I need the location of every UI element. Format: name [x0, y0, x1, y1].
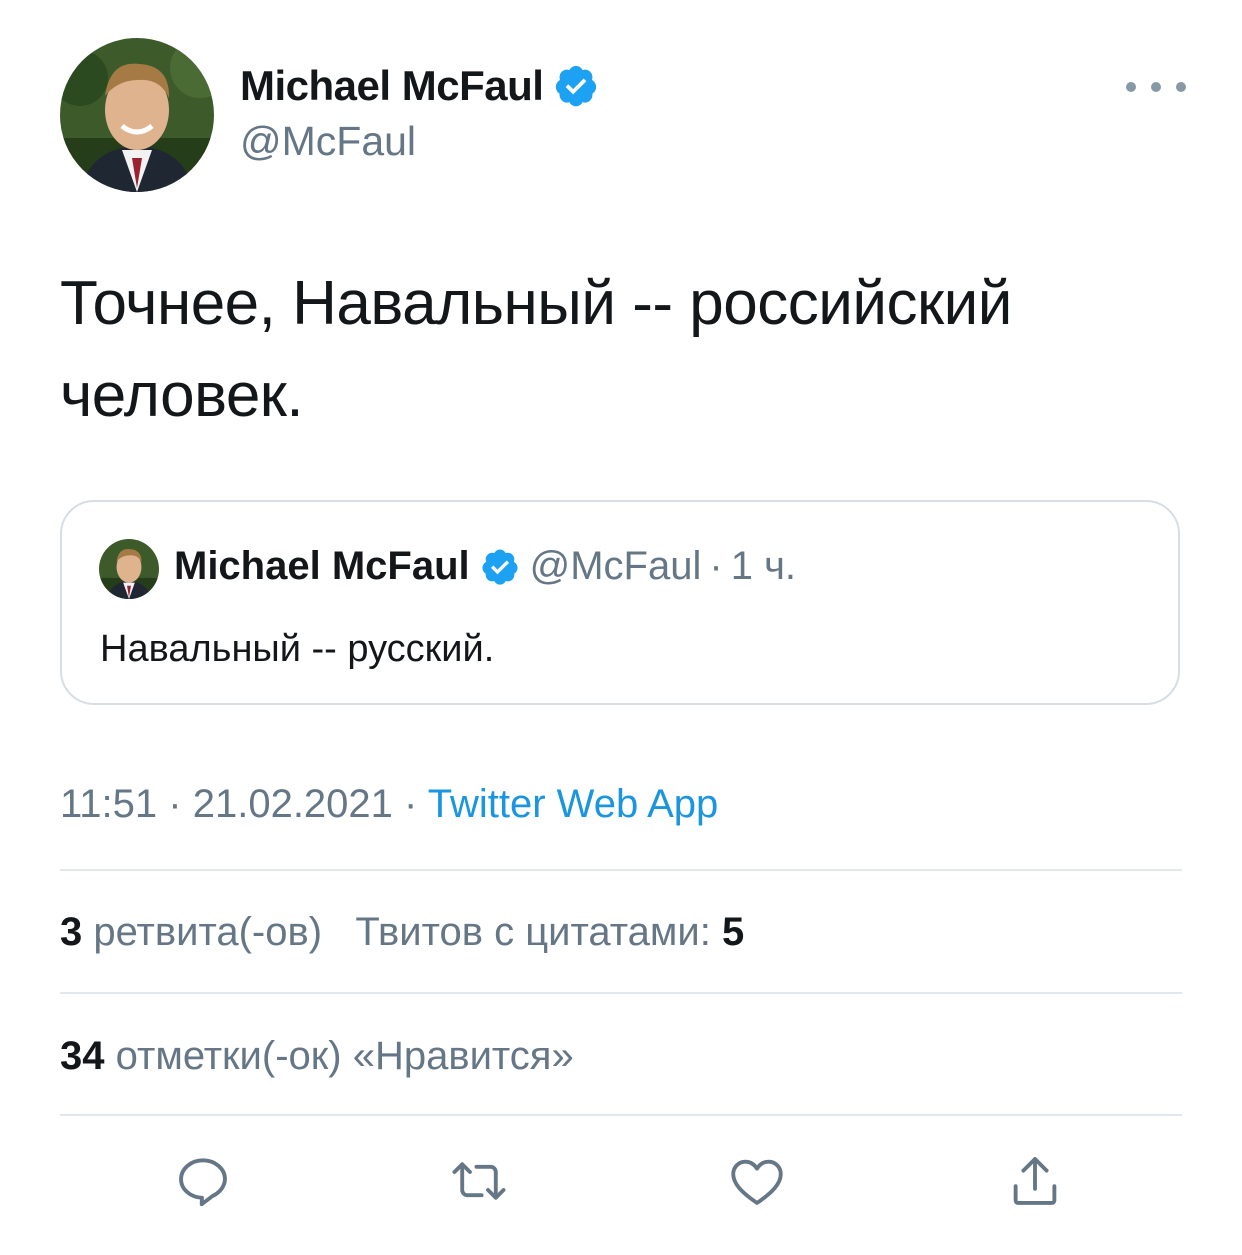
retweet-button[interactable]: [448, 1150, 510, 1212]
tweet-date: 21.02.2021: [192, 782, 393, 826]
tweet-text: Точнее, Навальный -- российский человек.: [60, 269, 1012, 430]
verified-badge-icon: [556, 65, 597, 107]
tweet-meta: 11:51 · 21.02.2021 · Twitter Web App: [60, 782, 718, 827]
divider: [60, 992, 1182, 994]
likes-label: отметки(-ок) «Нравится»: [115, 1034, 574, 1078]
quoted-separator: ·: [709, 544, 723, 588]
reply-icon: [179, 1158, 227, 1207]
like-button[interactable]: [726, 1150, 788, 1212]
quoted-handle: @McFaul: [529, 544, 702, 588]
quoted-avatar-photo: [99, 539, 159, 599]
quoted-avatar: [99, 539, 159, 599]
more-options-icon[interactable]: [1126, 72, 1186, 102]
meta-separator: ·: [168, 782, 182, 826]
divider: [60, 869, 1182, 871]
retweets-count: 3: [60, 910, 83, 954]
likes-stats[interactable]: 34 отметки(-ок) «Нравится»: [60, 1034, 574, 1079]
quoted-tweet-text: Навальный -- русский.: [100, 628, 495, 670]
reply-button[interactable]: [172, 1150, 234, 1212]
author-handle[interactable]: @McFaul: [240, 118, 416, 165]
share-icon: [1013, 1157, 1057, 1205]
likes-count: 34: [60, 1034, 105, 1078]
quoted-verified-badge-icon: [482, 549, 518, 585]
quoted-timestamp: 1 ч.: [730, 544, 797, 588]
tweet-source-link[interactable]: Twitter Web App: [428, 782, 719, 826]
retweet-stats[interactable]: 3 ретвита(-ов) Твитов с цитатами: 5: [60, 910, 744, 955]
author-avatar[interactable]: [60, 38, 214, 192]
divider: [60, 1114, 1182, 1116]
like-icon: [731, 1159, 783, 1205]
retweet-icon: [452, 1162, 506, 1200]
author-name-row[interactable]: Michael McFaul: [240, 62, 599, 110]
tweet-time: 11:51: [60, 782, 158, 826]
retweets-label: ретвита(-ов): [93, 910, 323, 954]
quoted-header: Michael McFaul @McFaul · 1 ч.: [174, 544, 796, 589]
quoted-tweet-card[interactable]: Michael McFaul @McFaul · 1 ч. Навальный …: [60, 500, 1180, 705]
quotes-count: 5: [721, 910, 745, 954]
quoted-display-name: Michael McFaul: [174, 544, 470, 588]
author-display-name[interactable]: Michael McFaul: [240, 62, 544, 110]
share-button[interactable]: [1004, 1150, 1066, 1212]
meta-separator: ·: [404, 782, 418, 826]
quotes-label: Твитов с цитатами:: [355, 910, 711, 954]
avatar-photo: [60, 38, 214, 192]
